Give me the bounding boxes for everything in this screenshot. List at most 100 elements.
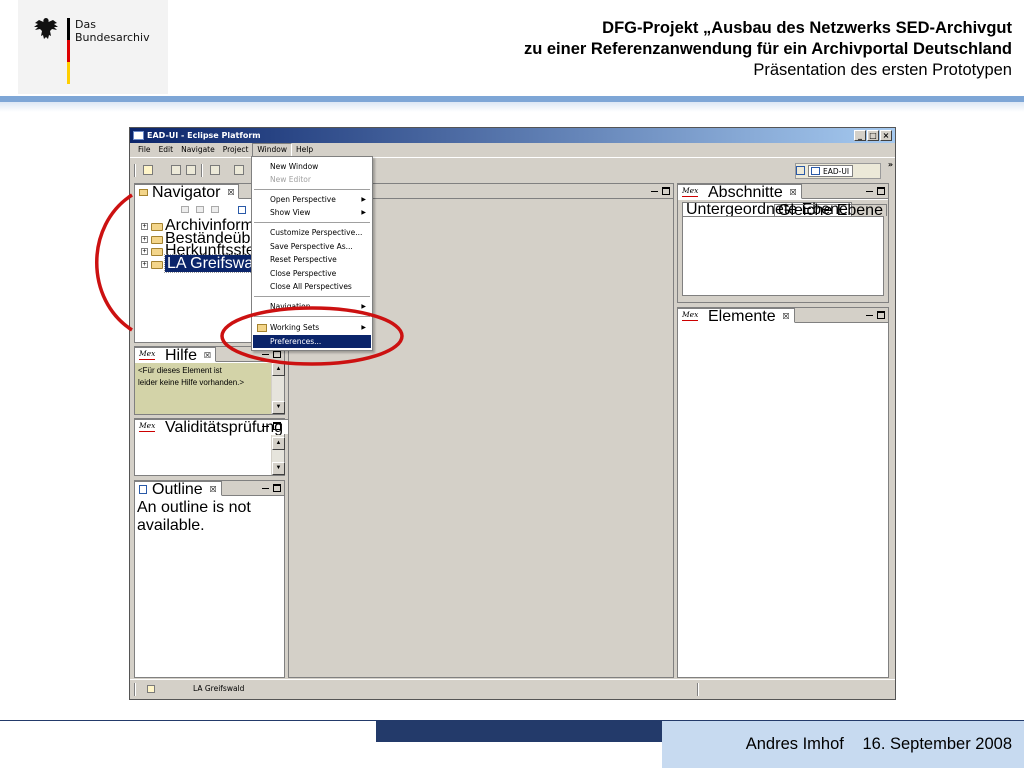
scroll-up-button[interactable]: ▲ [272, 363, 285, 376]
validity-scrollbar[interactable]: ▲ ▼ [271, 435, 285, 475]
menu-separator [254, 189, 370, 190]
menu-item-preferences[interactable]: Preferences... [253, 335, 371, 348]
maximize-editor-icon[interactable] [662, 187, 670, 195]
menu-item-new-window[interactable]: New Window [253, 160, 371, 173]
print-icon[interactable] [186, 165, 196, 175]
collapse-all-icon[interactable] [238, 206, 246, 214]
close-tab-icon[interactable]: ☒ [790, 185, 797, 200]
scroll-up-button[interactable]: ▲ [272, 437, 285, 450]
submenu-arrow-icon: ▶ [361, 209, 366, 216]
working-sets-icon [257, 324, 267, 332]
menu-item-customize-perspective[interactable]: Customize Perspective... [253, 226, 371, 239]
minimize-view-icon[interactable] [262, 482, 269, 489]
menu-project[interactable]: Project [219, 143, 253, 157]
save-icon[interactable] [171, 165, 181, 175]
menu-item-working-sets[interactable]: Working Sets ▶ [253, 321, 371, 334]
hilfe-scrollbar[interactable]: ▲ ▼ [271, 363, 285, 414]
forward-icon[interactable] [196, 206, 204, 213]
author: Andres Imhof [745, 735, 844, 753]
abschnitte-content[interactable] [682, 216, 884, 296]
close-tab-icon[interactable]: ☒ [204, 348, 211, 363]
maximize-view-icon[interactable] [273, 350, 281, 358]
menubar: File Edit Navigate Project Window Help [130, 143, 895, 157]
bundesarchiv-logo: Das Bundesarchiv [18, 0, 168, 94]
maximize-view-icon[interactable] [877, 187, 885, 195]
status-text: LA Greifswald [193, 684, 245, 693]
menu-navigate[interactable]: Navigate [177, 143, 219, 157]
folder-icon [151, 223, 163, 231]
close-tab-icon[interactable]: ☒ [227, 185, 234, 200]
tab-hilfe[interactable]: Mex Hilfe ☒ [135, 347, 217, 364]
menu-item-close-all-perspectives[interactable]: Close All Perspectives [253, 280, 371, 293]
scroll-down-button[interactable]: ▼ [272, 401, 285, 414]
view-window-controls [262, 420, 281, 430]
perspective-ead-ui[interactable]: EAD-UI [808, 165, 854, 177]
window-app-icon [133, 131, 144, 140]
mex-icon: Mex [139, 349, 156, 360]
expand-icon[interactable]: + [141, 223, 148, 230]
tab-elemente[interactable]: Mex Elemente ☒ [678, 308, 795, 325]
submenu-arrow-icon: ▶ [361, 303, 366, 310]
window-menu-dropdown: New Window New Editor Open Perspective ▶… [251, 156, 373, 351]
menu-item-save-perspective[interactable]: Save Perspective As... [253, 240, 371, 253]
minimize-button[interactable]: _ [854, 130, 866, 141]
menu-separator [254, 222, 370, 223]
back-icon[interactable] [181, 206, 189, 213]
close-tab-icon[interactable]: ☒ [782, 309, 789, 324]
validity-view: Mex Validitätsprüfung ☒ ▲ ▼ [134, 418, 302, 476]
folder-icon [151, 260, 163, 269]
footer-info: Andres Imhof 16. September 2008 [732, 735, 1012, 754]
help-text: <Für dieses Element ist leider keine Hil… [135, 363, 271, 414]
menu-item-show-view[interactable]: Show View ▶ [253, 206, 371, 219]
maximize-view-icon[interactable] [877, 311, 885, 319]
menu-help[interactable]: Help [292, 143, 317, 157]
menu-file[interactable]: File [134, 143, 155, 157]
minimize-editor-icon[interactable] [651, 185, 658, 192]
menu-window[interactable]: Window [252, 143, 292, 157]
expand-icon[interactable]: + [141, 235, 148, 243]
expand-icon[interactable]: + [141, 248, 148, 255]
external-tools-icon[interactable] [234, 165, 244, 175]
title-line-1: DFG-Projekt „Ausbau des Netzwerks SED-Ar… [602, 19, 1012, 37]
submenu-arrow-icon: ▶ [361, 196, 366, 203]
up-icon[interactable] [211, 206, 219, 213]
slide-title: DFG-Projekt „Ausbau des Netzwerks SED-Ar… [524, 18, 1012, 81]
maximize-button[interactable]: □ [867, 130, 879, 141]
tab-navigator[interactable]: Navigator ☒ [135, 184, 240, 201]
run-icon[interactable] [210, 165, 220, 175]
open-perspective-icon[interactable] [796, 166, 805, 175]
toolbar-separator [134, 164, 136, 177]
scroll-down-button[interactable]: ▼ [272, 462, 285, 475]
close-button[interactable]: × [880, 130, 892, 141]
minimize-view-icon[interactable] [866, 309, 873, 316]
menu-item-navigation[interactable]: Navigation ▶ [253, 300, 371, 313]
maximize-view-icon[interactable] [273, 422, 281, 430]
folder-icon [151, 248, 163, 256]
maximize-view-icon[interactable] [273, 484, 281, 492]
menu-edit[interactable]: Edit [155, 143, 178, 157]
tab-abschnitte[interactable]: Mex Abschnitte ☒ [678, 184, 802, 201]
window-titlebar[interactable]: EAD-UI - Eclipse Platform _ □ × [130, 128, 895, 143]
perspective-switcher: EAD-UI [795, 163, 881, 179]
minimize-view-icon[interactable] [262, 420, 269, 427]
close-tab-icon[interactable]: ☒ [210, 482, 217, 497]
abschnitte-body: Untergeordnete Ebene Gleiche Ebene [678, 200, 888, 302]
menu-item-open-perspective[interactable]: Open Perspective ▶ [253, 193, 371, 206]
menu-item-close-perspective[interactable]: Close Perspective [253, 267, 371, 280]
new-icon[interactable] [143, 165, 153, 175]
mex-icon: Mex [682, 310, 699, 321]
navigator-icon [139, 189, 148, 196]
view-window-controls [262, 482, 281, 492]
editor-window-controls [651, 185, 670, 195]
tab-outline[interactable]: Outline ☒ [135, 481, 222, 498]
menu-separator [254, 296, 370, 297]
minimize-view-icon[interactable] [866, 185, 873, 192]
view-window-controls [866, 185, 885, 195]
menu-item-reset-perspective[interactable]: Reset Perspective [253, 253, 371, 266]
more-perspectives-icon[interactable]: » [888, 160, 893, 169]
expand-icon[interactable]: + [141, 260, 148, 268]
logo-text: Das Bundesarchiv [75, 18, 150, 44]
mex-icon: Mex [682, 186, 699, 197]
fast-view-icon[interactable] [147, 685, 155, 693]
subtab-gleiche-ebene[interactable]: Gleiche Ebene [774, 203, 887, 219]
